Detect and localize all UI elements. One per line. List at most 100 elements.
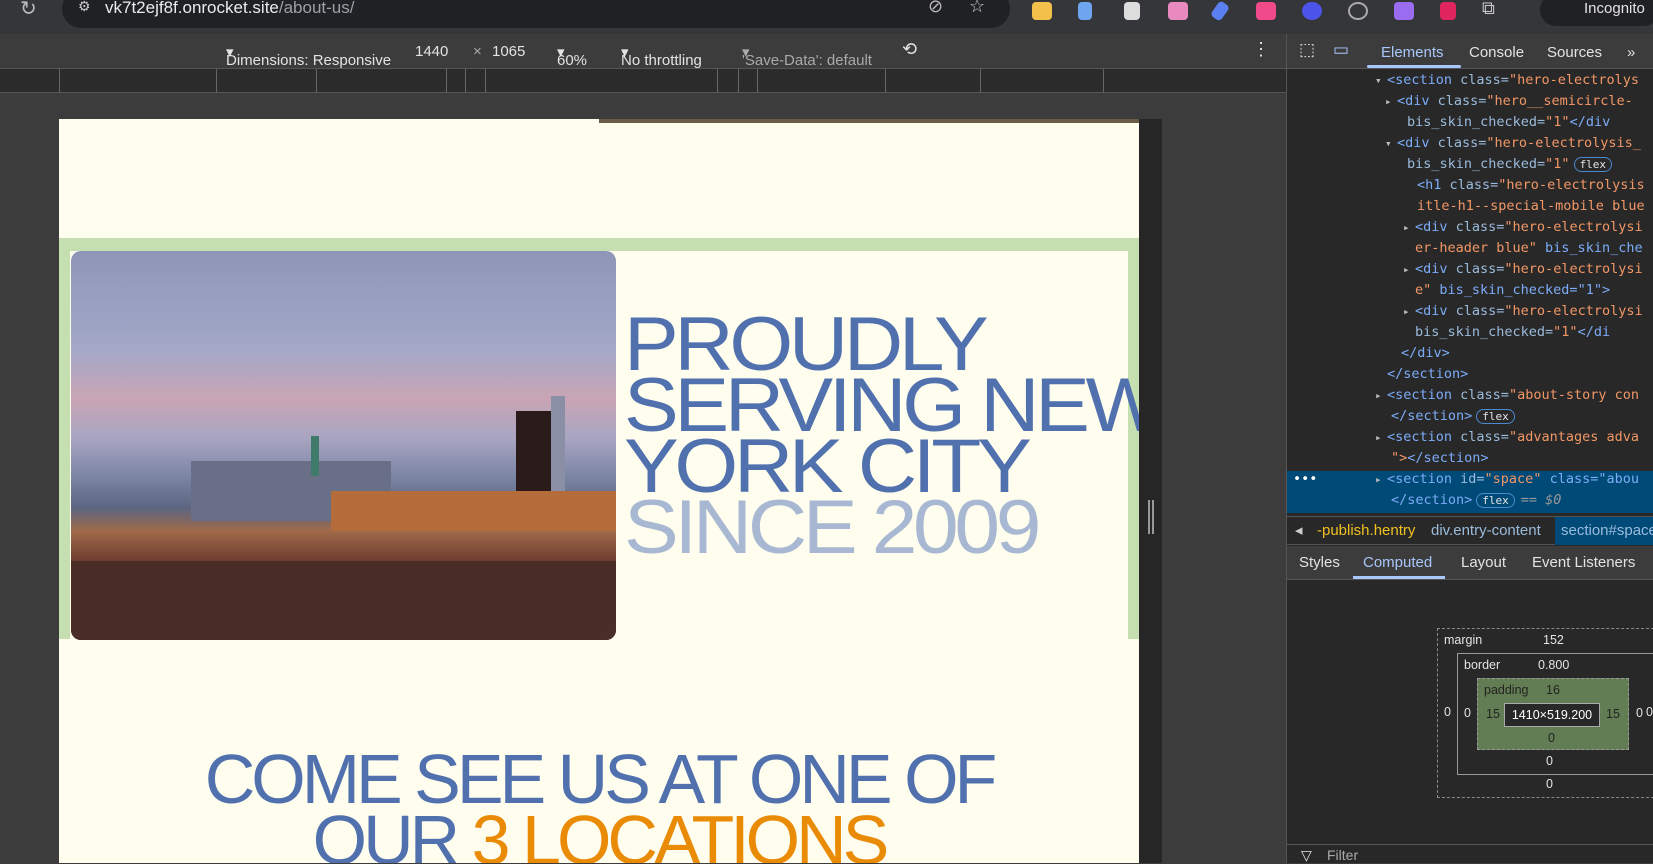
tab-layout[interactable]: Layout [1461,554,1506,571]
tab-console[interactable]: Console [1469,44,1524,61]
computed-filter-input[interactable]: ▽ Filter [1287,844,1653,864]
padding-left-value[interactable]: 15 [1486,707,1500,721]
expand-toggle-icon[interactable]: ▸ [1375,427,1382,448]
dom-node-line[interactable]: ▸ <div class="hero-electrolysi [1403,301,1643,322]
padding-bottom-value[interactable]: 0 [1548,731,1555,745]
rotate-icon[interactable]: ⟲ [902,39,917,60]
extension-icon[interactable] [1302,2,1322,20]
node-actions-icon[interactable]: ••• [1293,469,1317,490]
flex-badge[interactable]: flex [1476,409,1515,424]
dom-node-line[interactable]: ▸ <div class="hero__semicircle- [1385,91,1633,112]
dom-node-line[interactable]: ▾ <section class="hero-electrolys [1375,70,1639,91]
tab-elements[interactable]: Elements [1381,44,1444,61]
dom-node-token: </section> [1387,366,1469,382]
dom-node-line[interactable]: <h1 class="hero-electrolysis [1417,175,1645,196]
breadcrumb-item[interactable]: -publish.hentry [1317,522,1415,539]
shield-u-icon[interactable] [1440,2,1456,20]
tab-event-listeners[interactable]: Event Listeners [1532,554,1635,571]
dom-node-token: "hero-electrolysis_ [1486,135,1641,151]
padding-right-value[interactable]: 15 [1606,707,1620,721]
breadcrumb-scroll-left-icon[interactable]: ◂ [1295,521,1303,539]
dom-node-line[interactable]: ▸ <div class="hero-electrolysi [1403,259,1643,280]
border-right-value[interactable]: 0 [1636,706,1643,720]
margin-bottom-value[interactable]: 0 [1546,777,1553,791]
locations-heading-text: OUR [312,801,472,863]
expand-toggle-icon[interactable]: ▸ [1403,217,1410,238]
padding-top-value[interactable]: 16 [1546,683,1560,697]
reload-icon[interactable]: ↻ [20,0,37,21]
expand-toggle-icon[interactable]: ▾ [1385,133,1392,154]
border-bottom-value[interactable]: 0 [1546,754,1553,768]
expand-toggle-icon[interactable]: ▸ [1403,259,1410,280]
more-tabs-icon[interactable]: » [1627,44,1635,61]
extension-icon[interactable] [1394,2,1414,20]
eye-off-icon[interactable]: ⊘ [928,0,943,17]
dom-node-line[interactable]: er-header blue" bis_skin_che [1415,238,1643,259]
extension-icon[interactable] [1124,2,1140,20]
box-model-padding[interactable]: padding 16 15 15 0 1410×519.200 [1477,678,1629,750]
dom-node-line[interactable]: ▸ <section id="space" class="abou [1375,469,1639,490]
margin-top-value[interactable]: 152 [1543,633,1564,647]
dom-node-line[interactable]: itle-h1--special-mobile blue [1417,196,1645,217]
dom-node-line[interactable]: </section> [1387,364,1468,385]
margin-right-value[interactable]: 0 [1646,705,1653,719]
dom-node-line[interactable]: </section> flex == $0 [1391,490,1561,511]
box-model-margin[interactable]: margin 152 0 0 border 0.800 0 0 padding … [1437,628,1653,798]
expand-toggle-icon[interactable]: ▸ [1403,301,1410,322]
url-text[interactable]: vk7t2ejf8f.onrocket.site/about-us/ [105,0,354,18]
dom-node-token: "about-story con [1508,387,1639,403]
media-query-ruler[interactable] [0,69,1286,93]
dimensions-select[interactable]: Dimensions: Responsive ▾ [226,43,391,69]
dom-node-line[interactable]: bis_skin_checked="1"</div [1407,112,1610,133]
dom-node-line[interactable]: </div> [1401,343,1450,364]
tab-styles[interactable]: Styles [1299,554,1340,571]
extension-icon[interactable] [1078,2,1092,20]
zoom-select[interactable]: 60% ▾ [557,43,587,69]
resize-handle[interactable] [1148,500,1154,534]
dom-node-line[interactable]: "></section> [1391,448,1489,469]
height-input[interactable]: 1065 [492,43,525,60]
dom-tree[interactable]: ▾ <section class="hero-electrolys ▸ <div cl… [1287,70,1653,550]
extension-icon[interactable] [1032,2,1052,20]
border-top-value[interactable]: 0.800 [1538,658,1569,672]
box-model-border[interactable]: border 0.800 0 0 padding 16 15 15 0 1410… [1457,653,1653,775]
throttling-select[interactable]: No throttling ▾ [621,43,702,69]
breadcrumb-item-active[interactable]: section#space [1555,517,1653,545]
border-left-value[interactable]: 0 [1464,706,1471,720]
extension-icon[interactable] [1168,2,1188,20]
site-info-icon[interactable]: ⚙ [78,0,91,15]
dom-node-line[interactable]: ▾ <div class="hero-electrolysis_ [1385,133,1641,154]
incognito-badge[interactable]: Incognito [1540,0,1653,26]
margin-left-value[interactable]: 0 [1444,705,1451,719]
expand-toggle-icon[interactable]: ▸ [1375,385,1382,406]
dom-node-line[interactable]: ▸ <section class="advantages adva [1375,427,1639,448]
expand-toggle-icon[interactable]: ▸ [1385,91,1392,112]
dom-node-line[interactable]: ▸ <div class="hero-electrolysi [1403,217,1643,238]
dom-node-line[interactable]: </section> flex [1391,406,1515,427]
dom-node-line[interactable]: bis_skin_checked="1"</di [1415,322,1610,343]
dom-node-line[interactable]: e" bis_skin_checked="1"> [1415,280,1610,301]
inspect-element-icon[interactable]: ⬚ [1299,40,1315,60]
extension-icon[interactable] [1256,2,1276,20]
box-model-content[interactable]: 1410×519.200 [1504,703,1600,727]
compass-icon[interactable] [1348,2,1368,20]
dom-node-line[interactable]: ▸ <section class="about-story con [1375,385,1639,406]
eyedropper-icon[interactable] [1209,0,1231,22]
extensions-puzzle-icon[interactable]: ⧉ [1482,0,1495,19]
bookmark-star-icon[interactable]: ☆ [969,0,985,17]
tab-computed[interactable]: Computed [1363,554,1432,571]
url-path: /about-us/ [278,0,355,17]
tab-sources[interactable]: Sources [1547,44,1602,61]
dom-node-line[interactable]: bis_skin_checked="1" flex [1407,154,1613,175]
flex-badge[interactable]: flex [1476,493,1515,508]
flex-badge[interactable]: flex [1573,157,1613,172]
save-data-select[interactable]: 'Save-Data': default ▾ [742,43,872,69]
breadcrumb-item[interactable]: div.entry-content [1431,522,1541,539]
expand-toggle-icon[interactable]: ▸ [1375,469,1382,490]
device-toggle-icon[interactable]: ▭ [1333,40,1349,60]
dom-node-token: class= [1455,219,1505,235]
devtools-tabbar: ⬚ ▭ Elements Console Sources » [1287,34,1653,69]
width-input[interactable]: 1440 [415,43,448,60]
more-options-icon[interactable]: ⋮ [1252,39,1270,60]
expand-toggle-icon[interactable]: ▾ [1375,70,1382,91]
